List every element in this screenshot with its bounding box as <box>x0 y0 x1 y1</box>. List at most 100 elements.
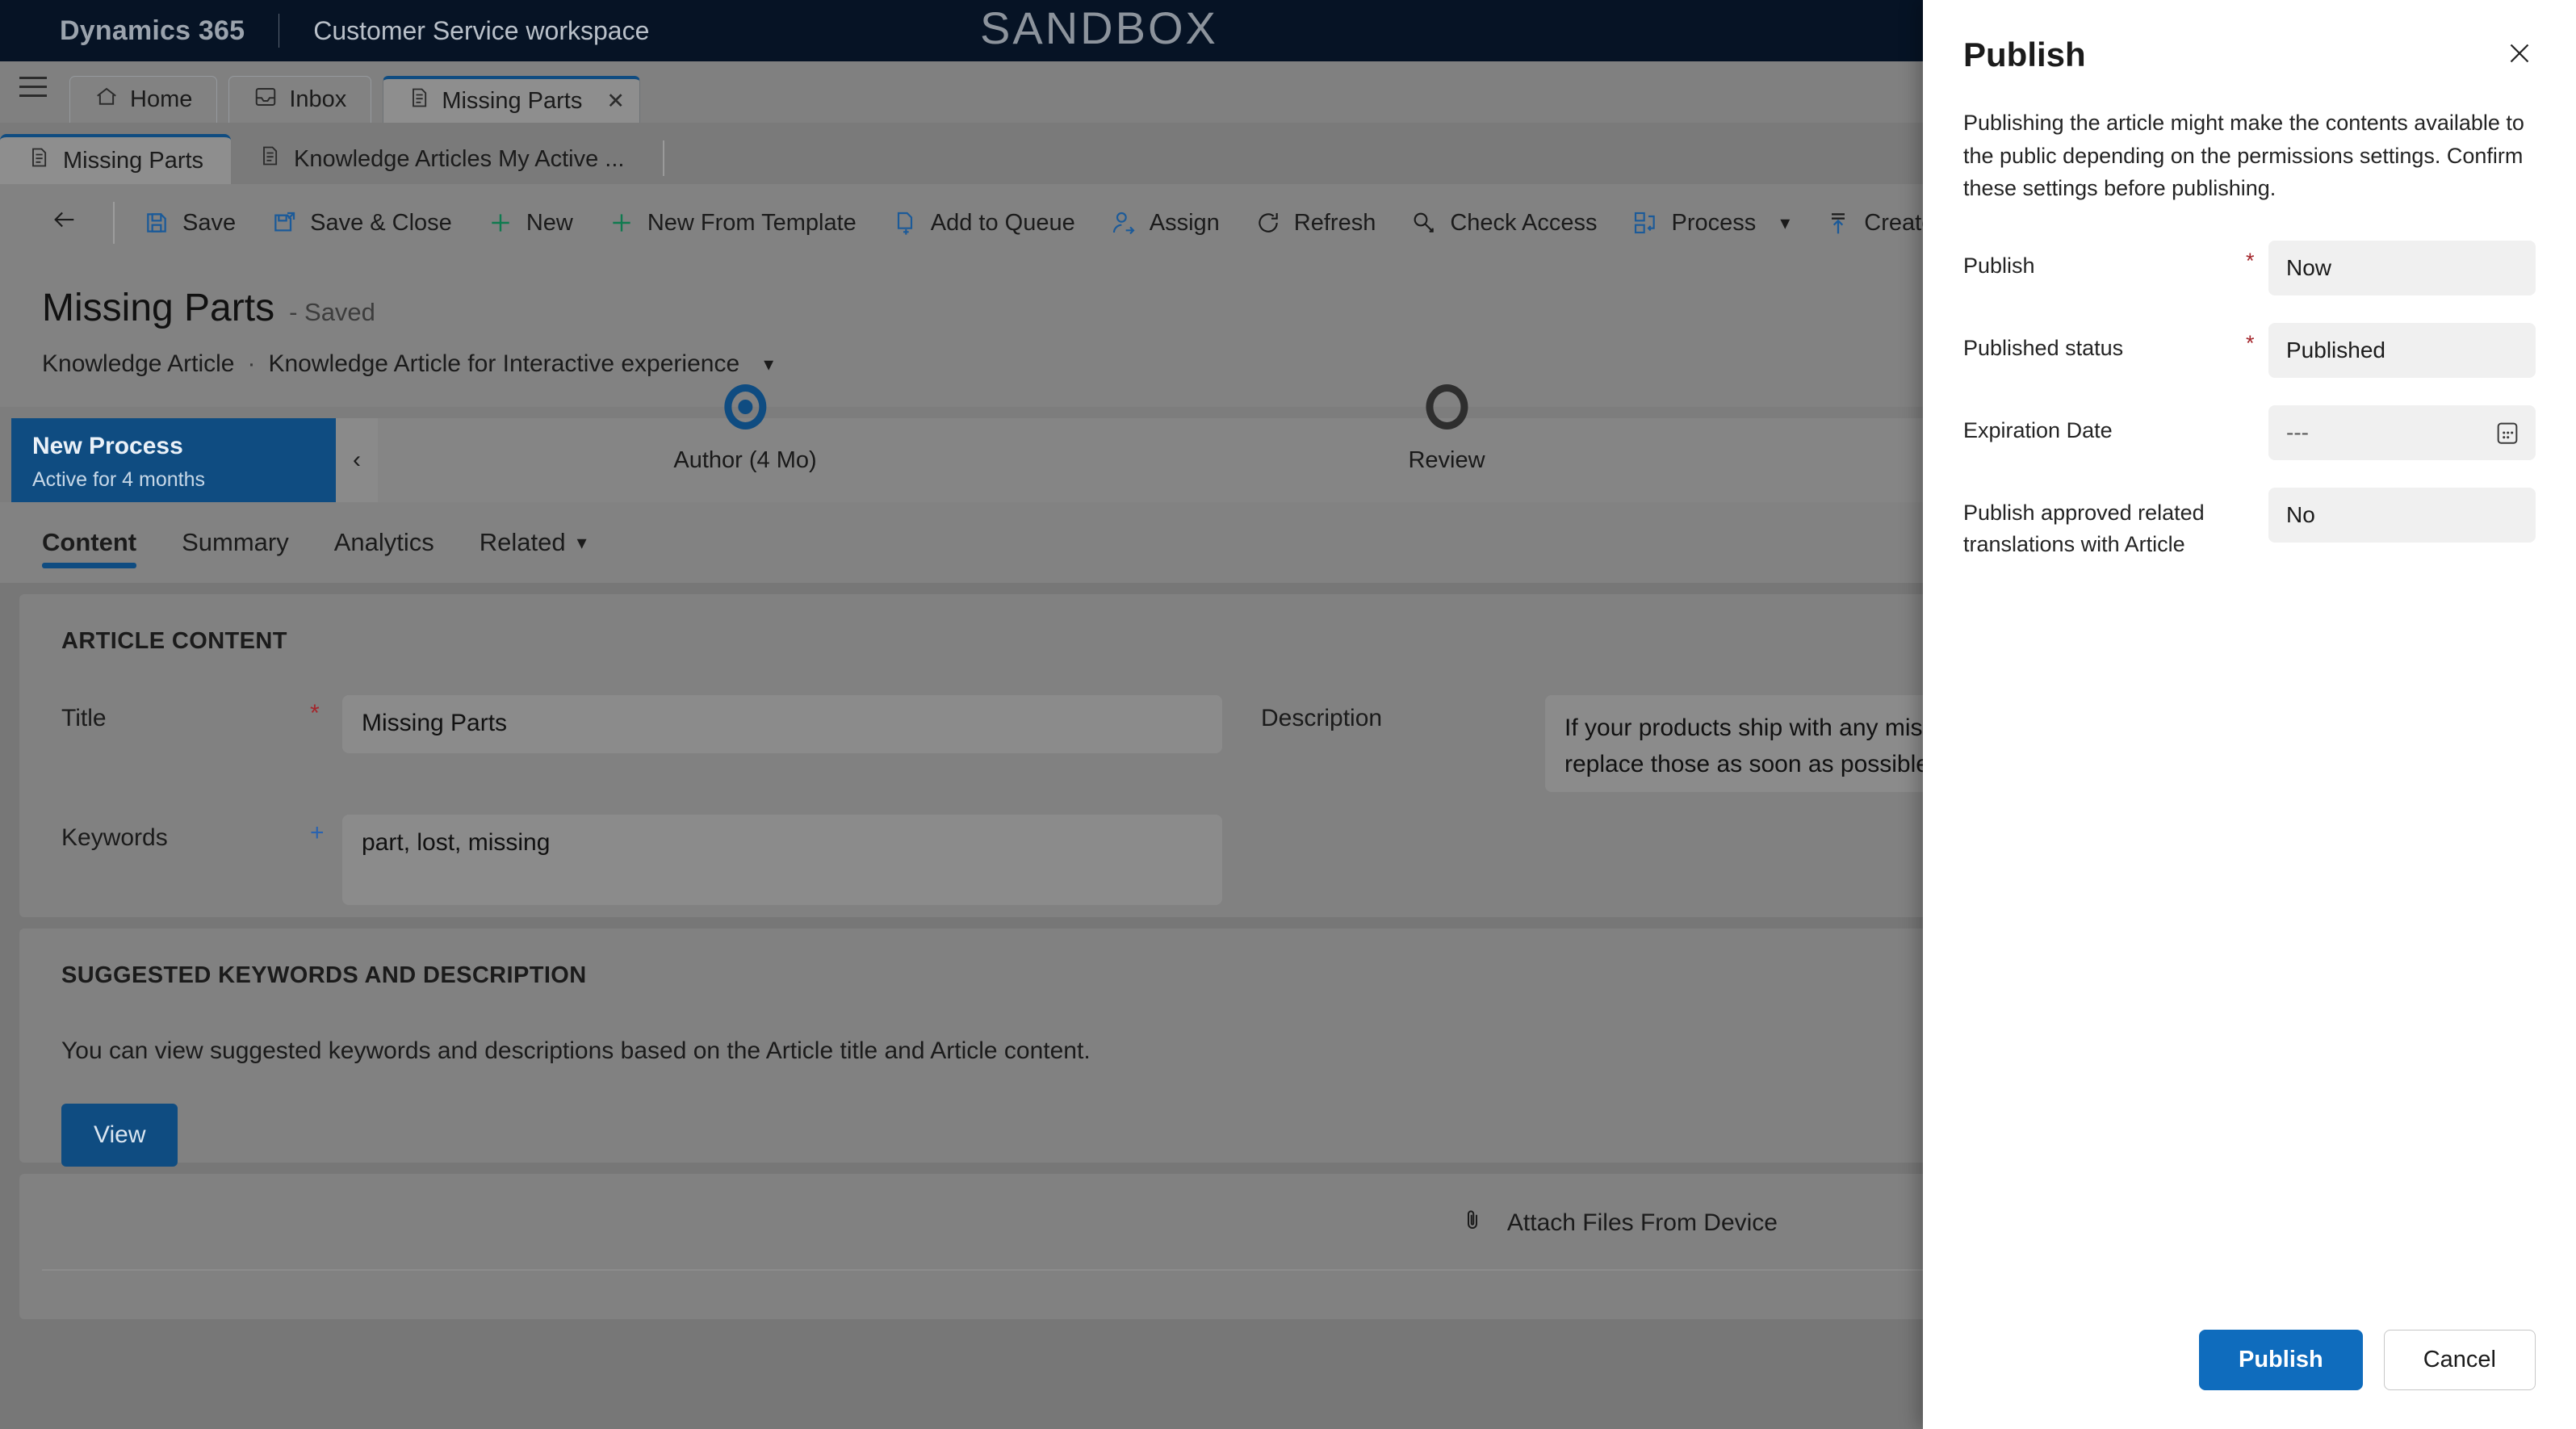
publish-translations-row: Publish approved related translations wi… <box>1963 487 2536 560</box>
refresh-button[interactable]: Refresh <box>1238 195 1394 250</box>
add-to-queue-icon <box>892 210 918 236</box>
primary-tab-missing-parts[interactable]: Missing Parts ✕ <box>383 76 640 123</box>
title-required-indicator: * <box>310 700 320 727</box>
primary-tab-inbox-label: Inbox <box>289 86 347 112</box>
chevron-left-icon[interactable]: ‹ <box>336 418 378 502</box>
expiration-date-input[interactable]: --- <box>2268 404 2536 460</box>
tab-summary[interactable]: Summary <box>182 502 289 583</box>
assign-user-icon <box>1111 210 1137 236</box>
add-to-queue-button-label: Add to Queue <box>930 209 1075 236</box>
process-icon <box>1632 210 1658 236</box>
add-to-queue-button[interactable]: Add to Queue <box>874 195 1093 250</box>
tab-related[interactable]: Related ▾ <box>480 502 587 583</box>
title-field-label: Title <box>61 705 107 731</box>
publish-when-row: Publish * Now <box>1963 240 2536 295</box>
new-button-label: New <box>526 209 573 236</box>
check-access-button-label: Check Access <box>1450 209 1598 236</box>
sandbox-banner: SANDBOX <box>980 2 1218 53</box>
publish-when-label: Publish <box>1963 253 2035 278</box>
tab-summary-label: Summary <box>182 528 289 556</box>
save-button[interactable]: Save <box>126 195 253 250</box>
session-tab-knowledge-articles[interactable]: Knowledge Articles My Active ... <box>231 134 651 184</box>
breadcrumb-separator: · <box>247 350 256 377</box>
home-icon <box>94 85 119 115</box>
save-close-icon <box>271 210 297 236</box>
create-major-version-icon <box>1825 210 1851 236</box>
cancel-button[interactable]: Cancel <box>2383 1330 2536 1390</box>
view-suggestions-button[interactable]: View <box>61 1104 178 1167</box>
breadcrumb-form-name[interactable]: Knowledge Article for Interactive experi… <box>268 350 739 378</box>
process-stage-author[interactable]: Author (4 Mo) <box>673 384 817 474</box>
expiration-date-required-indicator <box>2246 405 2268 413</box>
new-button[interactable]: New <box>470 195 591 250</box>
save-icon <box>144 210 170 236</box>
chevron-down-icon[interactable]: ▾ <box>764 353 773 376</box>
page-title: Missing Parts <box>42 287 275 329</box>
process-active-duration: Active for 4 months <box>32 468 205 491</box>
publish-when-select[interactable]: Now <box>2268 240 2536 295</box>
publish-panel-description: Publishing the article might make the co… <box>1963 111 2524 200</box>
process-stage-author-label: Author (4 Mo) <box>673 447 817 473</box>
check-access-button[interactable]: Check Access <box>1393 195 1615 250</box>
process-name: New Process <box>32 433 183 459</box>
process-button-label: Process <box>1671 209 1757 236</box>
article-icon <box>408 86 430 116</box>
publish-when-value: Now <box>2286 254 2332 280</box>
keywords-recommended-indicator: + <box>310 819 325 846</box>
session-tab-missing-parts[interactable]: Missing Parts <box>0 134 232 184</box>
publish-translations-select[interactable]: No <box>2268 487 2536 543</box>
back-arrow-icon[interactable] <box>27 205 102 241</box>
published-status-value: Published <box>2286 337 2385 362</box>
app-name-label: Customer Service workspace <box>313 15 650 45</box>
stage-current-icon <box>723 384 766 430</box>
stage-future-icon <box>1426 384 1468 430</box>
inbox-icon <box>253 85 278 115</box>
tab-content[interactable]: Content <box>42 502 137 583</box>
attach-files-label: Attach Files From Device <box>1506 1209 1778 1236</box>
breadcrumb: Knowledge Article · Knowledge Article fo… <box>42 350 773 378</box>
publish-button[interactable]: Publish <box>2198 1330 2363 1390</box>
close-icon[interactable] <box>2494 27 2545 79</box>
chevron-down-icon[interactable]: ▾ <box>1780 212 1790 235</box>
process-stage-review-label: Review <box>1408 447 1485 473</box>
process-stage-review[interactable]: Review <box>1408 384 1485 474</box>
plus-icon <box>609 210 635 236</box>
breadcrumb-entity: Knowledge Article <box>42 350 235 377</box>
new-from-template-button[interactable]: New From Template <box>591 195 874 250</box>
save-status-label: - Saved <box>289 298 375 326</box>
keywords-input[interactable]: part, lost, missing <box>342 815 1222 905</box>
publish-panel-footer: Publish Cancel <box>1923 1330 2576 1429</box>
chevron-down-icon[interactable]: ▾ <box>577 531 587 555</box>
process-name-block[interactable]: New Process Active for 4 months <box>11 418 336 502</box>
published-status-select[interactable]: Published <box>2268 322 2536 378</box>
session-tab-missing-parts-label: Missing Parts <box>63 147 204 174</box>
session-tab-knowledge-articles-label: Knowledge Articles My Active ... <box>294 145 625 172</box>
tab-analytics[interactable]: Analytics <box>334 502 434 583</box>
keywords-field-label: Keywords <box>61 824 168 851</box>
article-icon <box>27 145 50 176</box>
calendar-icon[interactable] <box>2494 419 2521 446</box>
record-title-line: Missing Parts - Saved <box>42 286 375 330</box>
check-access-key-icon <box>1411 210 1437 236</box>
title-input[interactable]: Missing Parts <box>342 695 1222 753</box>
close-icon[interactable]: ✕ <box>606 89 625 114</box>
save-button-label: Save <box>182 209 237 236</box>
published-status-label: Published status <box>1963 335 2124 360</box>
process-button[interactable]: Process ▾ <box>1615 195 1807 250</box>
refresh-button-label: Refresh <box>1293 209 1376 236</box>
primary-tab-home[interactable]: Home <box>69 76 218 123</box>
site-map-hamburger-icon[interactable] <box>19 77 47 103</box>
refresh-icon <box>1255 210 1281 236</box>
publish-translations-required-indicator <box>2246 488 2268 496</box>
publish-panel: Publish Publishing the article might mak… <box>1923 0 2576 1429</box>
plus-icon <box>488 210 513 236</box>
assign-button[interactable]: Assign <box>1093 195 1238 250</box>
command-bar-divider <box>113 202 115 244</box>
publish-translations-value: No <box>2286 501 2315 527</box>
expiration-date-label: Expiration Date <box>1963 417 2113 442</box>
primary-tab-inbox[interactable]: Inbox <box>228 76 372 123</box>
assign-button-label: Assign <box>1149 209 1220 236</box>
save-and-close-button[interactable]: Save & Close <box>253 195 470 250</box>
primary-tab-home-label: Home <box>130 86 193 112</box>
tab-related-label: Related <box>479 528 566 556</box>
